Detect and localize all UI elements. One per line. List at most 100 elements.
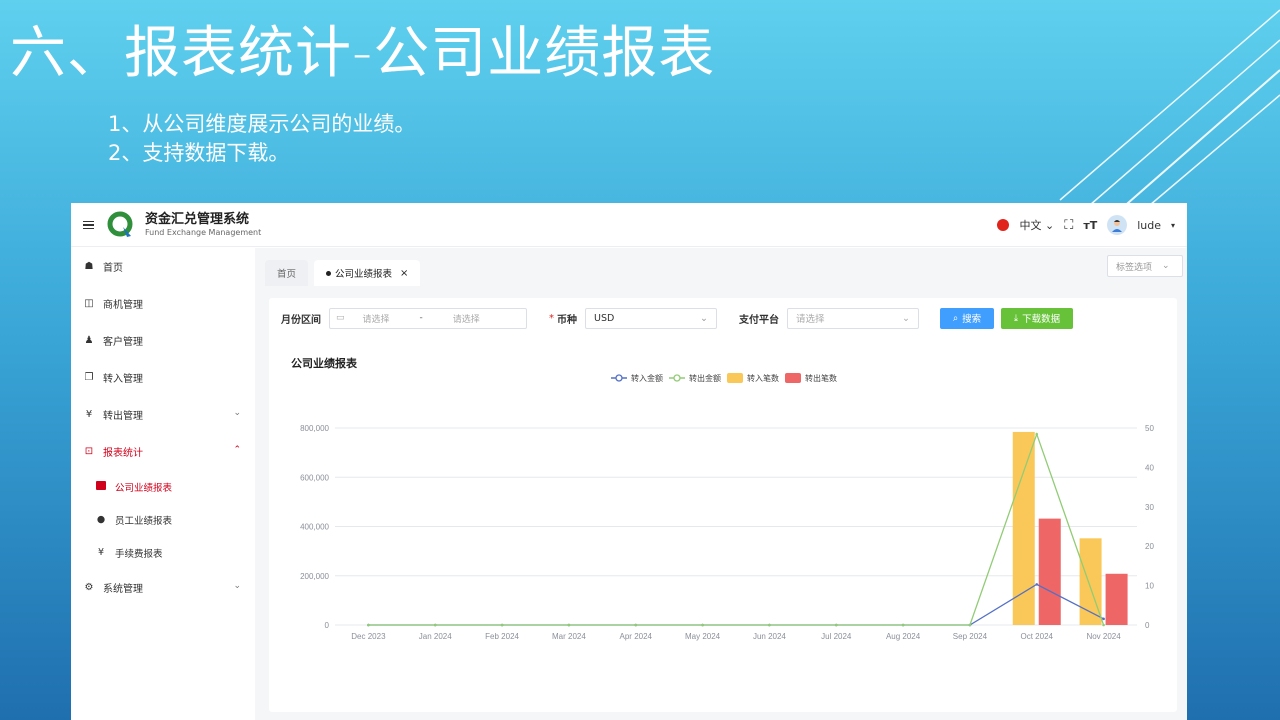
y-right-tick-label: 30 bbox=[1145, 503, 1154, 512]
sidebar-subitem-employee-report[interactable]: ● 员工业绩报表 bbox=[71, 503, 255, 536]
performance-chart: 0 200,000 400,000 600,000 800,000 0 10 20 30 40 50… bbox=[300, 373, 1154, 641]
series-line-transfer-out-amount bbox=[368, 432, 1105, 626]
app-window: 资金汇兑管理系统 Fund Exchange Management 中文 ⌄ ⛶… bbox=[71, 203, 1187, 720]
tab-options-label: 标签选项 bbox=[1116, 262, 1153, 273]
search-button[interactable]: ⌕ 搜索 bbox=[940, 307, 994, 329]
dashboard-icon: ☗ bbox=[84, 261, 94, 272]
x-tick-label: May 2024 bbox=[685, 632, 721, 641]
data-point bbox=[367, 623, 370, 627]
required-mark: * bbox=[549, 312, 554, 324]
username[interactable]: lude bbox=[1137, 219, 1161, 232]
sidebar-item-reports[interactable]: ⊡ 报表统计 ⌃ bbox=[71, 433, 255, 470]
y-right-tick-label: 0 bbox=[1145, 621, 1150, 630]
report-icon: ⊡ bbox=[84, 446, 94, 457]
sidebar-item-opportunities[interactable]: ◫ 商机管理 bbox=[71, 285, 255, 322]
sidebar-item-label: 转入管理 bbox=[103, 374, 143, 385]
caret-down-icon[interactable]: ▾ bbox=[1171, 221, 1175, 230]
sidebar-item-label: 商机管理 bbox=[103, 300, 143, 311]
currency-select[interactable]: USD ⌄ bbox=[585, 307, 717, 329]
sidebar-subitem-company-report[interactable]: 公司业绩报表 bbox=[71, 470, 255, 503]
data-point bbox=[901, 623, 905, 627]
x-tick-label: Aug 2024 bbox=[886, 632, 921, 641]
x-tick-label: Feb 2024 bbox=[485, 632, 519, 641]
chevron-down-icon: ⌄ bbox=[233, 581, 241, 591]
month-range-picker[interactable]: ▭ 请选择 - 请选择 bbox=[329, 307, 527, 329]
currency-label: 币种 bbox=[557, 314, 577, 326]
sidebar-subitem-fee-report[interactable]: ¥ 手续费报表 bbox=[71, 536, 255, 569]
chevron-down-icon: ⌄ bbox=[700, 312, 708, 324]
sidebar-item-label: 转出管理 bbox=[103, 411, 143, 422]
slide-point-2: 2、支持数据下载。 bbox=[108, 141, 290, 165]
language-select[interactable]: 中文 ⌄ bbox=[1019, 217, 1054, 233]
top-right-tools: 中文 ⌄ ⛶ тT lude ▾ bbox=[997, 203, 1175, 247]
report-panel: 月份区间 ▭ 请选择 - 请选择 * 币种 USD ⌄ 支付平台 请选择 ⌄ ⌕ 搜索… bbox=[269, 298, 1177, 712]
tab-company-report[interactable]: 公司业绩报表 × bbox=[314, 260, 421, 286]
y-right-tick-label: 40 bbox=[1145, 463, 1154, 472]
avatar[interactable] bbox=[1107, 215, 1128, 235]
main-area: 首页 公司业绩报表 × 标签选项 ⌄ 月份区间 ▭ 请选择 - 请选择 * 币种 U… bbox=[255, 248, 1187, 720]
data-point bbox=[1035, 432, 1039, 436]
yen-icon: ¥ bbox=[97, 547, 105, 558]
y-left-tick-label: 600,000 bbox=[300, 473, 329, 482]
x-tick-label: Jun 2024 bbox=[753, 632, 786, 641]
close-icon[interactable]: × bbox=[400, 268, 408, 279]
legend-label: 转入笔数 bbox=[747, 373, 779, 383]
y-right-tick-label: 20 bbox=[1145, 542, 1154, 551]
menu-toggle-icon[interactable] bbox=[83, 219, 97, 231]
data-point bbox=[433, 623, 437, 627]
sidebar-item-system[interactable]: ⚙ 系统管理 ⌄ bbox=[71, 569, 255, 606]
search-icon: ⌕ bbox=[952, 312, 959, 324]
data-point bbox=[834, 623, 838, 627]
user-avatar-icon bbox=[1112, 220, 1123, 232]
download-button[interactable]: ⤓ 下载数据 bbox=[1001, 307, 1073, 329]
chevron-up-icon: ⌃ bbox=[233, 445, 241, 455]
data-point bbox=[567, 623, 571, 627]
chevron-down-icon: ⌄ bbox=[902, 312, 910, 324]
sidebar-item-label: 首页 bbox=[103, 263, 123, 274]
search-button-label: 搜索 bbox=[962, 314, 982, 325]
legend-label: 转入金额 bbox=[631, 373, 663, 383]
tab-home[interactable]: 首页 bbox=[265, 260, 309, 286]
book-icon: ◫ bbox=[84, 298, 94, 309]
decorative-lines bbox=[1059, 9, 1280, 210]
filter-bar: 月份区间 ▭ 请选择 - 请选择 * 币种 USD ⌄ 支付平台 请选择 ⌄ ⌕ 搜索… bbox=[269, 298, 1177, 338]
currency-value: USD bbox=[594, 312, 615, 324]
y-left-tick-label: 800,000 bbox=[300, 424, 329, 433]
platform-select[interactable]: 请选择 ⌄ bbox=[787, 307, 919, 329]
bar-transfer-in-count bbox=[1012, 431, 1035, 625]
tab-options-select[interactable]: 标签选项 ⌄ bbox=[1107, 255, 1183, 277]
y-left-tick-label: 0 bbox=[325, 621, 330, 630]
brand-subtitle: Fund Exchange Management bbox=[145, 227, 262, 237]
sidebar-item-customers[interactable]: ♟ 客户管理 bbox=[71, 322, 255, 359]
calendar-icon bbox=[95, 480, 107, 493]
platform-placeholder: 请选择 bbox=[796, 314, 825, 325]
legend-marker-icon bbox=[673, 374, 681, 382]
x-tick-label: Apr 2024 bbox=[620, 632, 653, 641]
start-month-placeholder: 请选择 bbox=[362, 314, 390, 325]
data-point bbox=[968, 623, 972, 627]
x-tick-label: Jul 2024 bbox=[821, 632, 852, 641]
tab-bar: 首页 公司业绩报表 × 标签选项 ⌄ bbox=[255, 248, 1187, 286]
x-tick-label: Nov 2024 bbox=[1086, 632, 1121, 641]
language-label: 中文 bbox=[1019, 219, 1042, 232]
user-icon: ● bbox=[96, 514, 106, 525]
sidebar-item-transfer-in[interactable]: ❐ 转入管理 bbox=[71, 359, 255, 396]
tab-label: 公司业绩报表 bbox=[335, 269, 393, 280]
data-point bbox=[1102, 623, 1105, 627]
sidebar-item-home[interactable]: ☗ 首页 bbox=[71, 248, 255, 285]
slide-title: 六、报表统计-公司业绩报表 bbox=[10, 21, 716, 86]
legend-swatch-icon bbox=[785, 373, 801, 383]
font-size-icon[interactable]: тT bbox=[1083, 219, 1097, 232]
range-separator: - bbox=[419, 313, 423, 323]
chevron-down-icon: ⌄ bbox=[1044, 219, 1055, 232]
end-month-placeholder: 请选择 bbox=[452, 314, 480, 325]
yen-icon: ¥ bbox=[85, 409, 93, 420]
sidebar-item-label: 系统管理 bbox=[103, 584, 143, 595]
users-icon: ♟ bbox=[84, 335, 94, 346]
sidebar-item-transfer-out[interactable]: ¥ 转出管理 ⌄ bbox=[71, 396, 255, 433]
data-point bbox=[634, 623, 638, 627]
sidebar-subitem-label: 手续费报表 bbox=[115, 548, 163, 560]
data-point bbox=[768, 623, 771, 627]
platform-label: 支付平台 bbox=[739, 314, 779, 326]
fullscreen-icon[interactable]: ⛶ bbox=[1064, 218, 1073, 233]
